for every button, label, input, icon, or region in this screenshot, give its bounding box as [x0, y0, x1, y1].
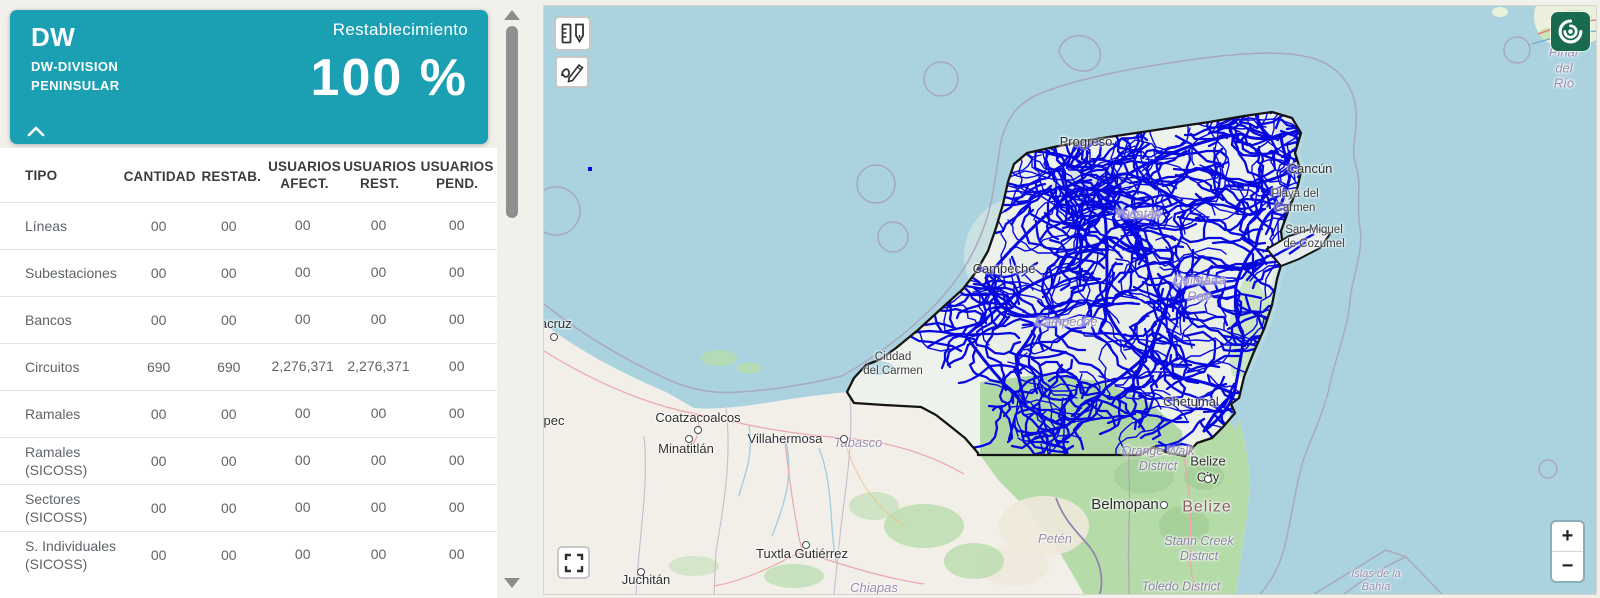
zoom-in-button[interactable]: + — [1552, 522, 1583, 552]
chevron-up-icon[interactable] — [27, 126, 45, 137]
city-marker — [685, 435, 693, 443]
row-value: 00 — [341, 264, 417, 282]
scrollbar-thumb[interactable] — [506, 26, 518, 218]
city-marker — [637, 568, 645, 576]
map-canvas[interactable]: ProgresoCancúnPlaya del CarmenSan Miguel… — [543, 5, 1597, 595]
column-header: USUARIOS PEND. — [417, 159, 497, 193]
row-value: 00 — [416, 264, 497, 282]
table-row: Ramales (SICOSS)0000000000 — [0, 437, 497, 484]
restoration-panel: DW DW-DIVISION PENINSULAR Restablecimien… — [0, 0, 497, 598]
table-row: Sectores (SICOSS)0000000000 — [0, 484, 497, 531]
city-marker — [840, 435, 848, 443]
row-value: 00 — [341, 499, 417, 517]
division-code: DW — [31, 22, 75, 53]
row-value: 00 — [193, 406, 265, 422]
draw-tool-button[interactable] — [555, 56, 589, 88]
row-value: 00 — [193, 500, 265, 516]
table-row: Circuitos6906902,276,3712,276,37100 — [0, 343, 497, 390]
table-row: Bancos0000000000 — [0, 296, 497, 343]
map-basemap — [544, 6, 1596, 594]
city-marker — [802, 541, 810, 549]
table-row: S. Individuales (SICOSS)0000000000 — [0, 531, 497, 578]
row-value: 00 — [416, 405, 497, 423]
column-header: RESTAB. — [196, 169, 267, 184]
table-row: Subestaciones0000000000 — [0, 249, 497, 296]
row-value: 00 — [125, 453, 193, 469]
zoom-out-button[interactable]: − — [1552, 552, 1583, 581]
measure-tool-button[interactable] — [554, 16, 591, 51]
row-label: Sectores (SICOSS) — [25, 490, 125, 526]
row-value: 00 — [193, 453, 265, 469]
row-value: 2,276,371 — [341, 358, 417, 376]
row-value: 00 — [125, 265, 193, 281]
row-value: 00 — [416, 358, 497, 376]
row-value: 00 — [193, 218, 265, 234]
column-header: USUARIOS REST. — [342, 159, 417, 193]
column-header: CANTIDAD — [124, 169, 196, 184]
row-label: Líneas — [25, 217, 125, 235]
restoration-metric: Restablecimiento 100 % — [311, 20, 468, 108]
row-value: 00 — [416, 499, 497, 517]
row-value: 00 — [125, 406, 193, 422]
row-label: Ramales (SICOSS) — [25, 443, 125, 479]
city-marker — [1204, 475, 1212, 483]
restoration-table: TIPOCANTIDADRESTAB.USUARIOS AFECT.USUARI… — [0, 150, 497, 578]
division-summary-card[interactable]: DW DW-DIVISION PENINSULAR Restablecimien… — [10, 10, 488, 144]
row-value: 00 — [416, 311, 497, 329]
table-body: Líneas0000000000Subestaciones0000000000B… — [0, 202, 497, 578]
row-value: 00 — [341, 546, 417, 564]
draw-icon — [560, 61, 584, 83]
row-label: Circuitos — [25, 358, 125, 376]
metric-value: 100 % — [311, 48, 468, 108]
metric-label: Restablecimiento — [311, 20, 468, 40]
city-marker — [550, 333, 558, 341]
row-value: 00 — [265, 546, 341, 564]
column-header: USUARIOS AFECT. — [267, 159, 342, 193]
row-value: 00 — [265, 264, 341, 282]
zoom-control: + − — [1552, 522, 1583, 581]
row-value: 00 — [193, 265, 265, 281]
row-value: 00 — [416, 546, 497, 564]
row-value: 00 — [125, 500, 193, 516]
row-value: 00 — [265, 311, 341, 329]
table-row: Líneas0000000000 — [0, 202, 497, 249]
table-header-row: TIPOCANTIDADRESTAB.USUARIOS AFECT.USUARI… — [0, 150, 497, 202]
row-value: 00 — [265, 405, 341, 423]
row-value: 00 — [125, 218, 193, 234]
table-row: Ramales0000000000 — [0, 390, 497, 437]
row-value: 00 — [416, 217, 497, 235]
row-value: 00 — [265, 499, 341, 517]
row-value: 00 — [265, 452, 341, 470]
row-value: 00 — [341, 311, 417, 329]
row-value: 00 — [341, 217, 417, 235]
row-value: 00 — [125, 312, 193, 328]
logo-button[interactable] — [1551, 12, 1590, 51]
row-value: 00 — [193, 312, 265, 328]
row-label: Bancos — [25, 311, 125, 329]
panel-scrollbar[interactable] — [501, 4, 523, 594]
row-value: 00 — [265, 217, 341, 235]
row-value: 00 — [416, 452, 497, 470]
row-label: Ramales — [25, 405, 125, 423]
city-marker — [694, 426, 702, 434]
row-value: 690 — [193, 359, 265, 375]
fullscreen-button[interactable] — [557, 546, 590, 579]
row-value: 00 — [341, 405, 417, 423]
dashboard: DW DW-DIVISION PENINSULAR Restablecimien… — [0, 0, 1600, 598]
scroll-down-arrow-icon[interactable] — [504, 578, 520, 588]
logo-swirl-icon — [1557, 18, 1584, 45]
row-value: 2,276,371 — [265, 358, 341, 376]
row-label: Subestaciones — [25, 264, 125, 282]
city-marker — [1160, 501, 1168, 509]
scroll-up-arrow-icon[interactable] — [504, 10, 520, 20]
row-value: 00 — [193, 547, 265, 563]
row-value: 690 — [125, 359, 193, 375]
division-name: DW-DIVISION PENINSULAR — [31, 58, 191, 96]
row-label: S. Individuales (SICOSS) — [25, 537, 125, 573]
row-value: 00 — [341, 452, 417, 470]
fullscreen-icon — [564, 553, 584, 573]
row-value: 00 — [125, 547, 193, 563]
measure-icon — [560, 22, 586, 45]
column-header: TIPO — [25, 167, 124, 185]
